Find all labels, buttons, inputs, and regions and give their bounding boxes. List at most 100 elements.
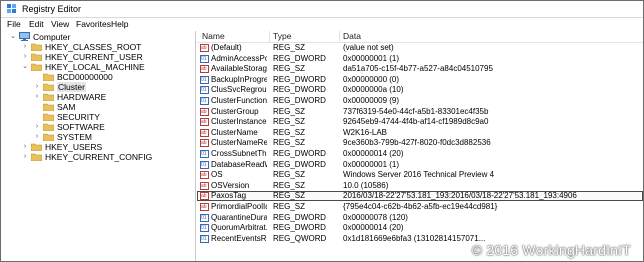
value-type: REG_DWORD xyxy=(273,159,326,169)
menu-favorites[interactable]: Favorites xyxy=(74,19,113,30)
chevron-right-icon[interactable]: › xyxy=(21,42,29,52)
string-value-icon xyxy=(200,171,209,180)
value-row[interactable]: CrossSubnetThr... REG_DWORD 0x00000014 (20… xyxy=(197,149,643,159)
chevron-right-icon[interactable]: › xyxy=(33,132,41,142)
list-header: Name Type Data xyxy=(197,31,643,43)
computer-icon xyxy=(19,32,30,41)
value-data: 0x00000014 (20) xyxy=(343,223,404,233)
column-divider[interactable] xyxy=(269,31,270,42)
chevron-right-icon[interactable]: › xyxy=(33,122,41,132)
value-name: ClusterName xyxy=(211,127,258,137)
column-header-name[interactable]: Name xyxy=(202,31,225,42)
value-data: 0x00000000 (0) xyxy=(343,74,400,84)
folder-icon xyxy=(43,133,54,141)
value-name: BackupInProgress xyxy=(211,74,267,84)
value-row[interactable]: BackupInProgress REG_DWORD 0x00000000 (0) xyxy=(197,75,643,85)
value-type: REG_DWORD xyxy=(273,96,326,105)
binary-value-icon xyxy=(200,54,209,63)
value-type: REG_SZ xyxy=(273,127,306,137)
value-row[interactable]: ClusterNameRe... REG_SZ 9ce360b3-799b-427f… xyxy=(197,138,643,148)
column-header-type[interactable]: Type xyxy=(273,31,291,42)
value-data: Windows Server 2016 Technical Preview 4 xyxy=(343,170,495,180)
value-data: 0x00000001 (1) xyxy=(343,159,400,169)
string-value-icon xyxy=(200,181,209,190)
value-data: {795e4c04-c62b-4b62-a5fb-ec19e44cd981} xyxy=(343,202,498,211)
value-name: CrossSubnetThr... xyxy=(211,149,267,158)
chevron-right-icon[interactable]: › xyxy=(21,52,29,62)
value-type: REG_DWORD xyxy=(273,149,326,158)
value-row[interactable]: OS REG_SZ Windows Server 2016 Technical Pr… xyxy=(197,170,643,180)
value-row[interactable]: QuarantineDura... REG_DWORD 0x00000078 (12… xyxy=(197,213,643,223)
folder-icon xyxy=(43,123,54,131)
chevron-right-icon[interactable]: › xyxy=(33,92,41,102)
string-value-icon xyxy=(200,65,209,74)
tree-node-label: SOFTWARE xyxy=(57,122,105,132)
menu-view[interactable]: View xyxy=(49,19,71,30)
binary-value-icon xyxy=(200,75,209,84)
chevron-right-icon[interactable]: › xyxy=(33,82,41,92)
value-data: 0x00000009 (9) xyxy=(343,96,400,105)
value-name: PaxosTag xyxy=(211,191,247,201)
tree-node-label: BCD00000000 xyxy=(57,72,113,82)
string-value-icon xyxy=(200,44,209,52)
chevron-right-icon[interactable]: › xyxy=(21,142,29,152)
binary-value-icon xyxy=(200,97,209,105)
value-type: REG_SZ xyxy=(273,180,306,190)
string-value-icon xyxy=(200,203,209,211)
folder-icon xyxy=(43,83,54,91)
value-data: (value not set) xyxy=(343,43,394,52)
value-name: AvailableStorage xyxy=(211,64,267,74)
value-row[interactable]: ClusterGroup REG_SZ 737f6319-54e0-44cf-a5b… xyxy=(197,107,643,117)
value-name: ClusterInstanceID xyxy=(211,117,267,127)
value-row[interactable]: ClusterFunction... REG_DWORD 0x00000009 (9… xyxy=(197,96,643,106)
value-row[interactable]: ClusterName REG_SZ W2K16-LAB xyxy=(197,128,643,138)
value-data: 0x00000001 (1) xyxy=(343,53,400,63)
value-type: REG_DWORD xyxy=(273,85,326,95)
value-row[interactable]: ClusSvcRegroup... REG_DWORD 0x0000000a (10… xyxy=(197,85,643,95)
column-header-data[interactable]: Data xyxy=(343,31,361,42)
tree-node-label: Cluster xyxy=(57,82,86,92)
registry-editor-icon xyxy=(7,4,16,13)
value-data: 2016/03/18-22'27'53.181_193:2016/03/18-2… xyxy=(343,191,577,201)
value-row[interactable]: AdminAccessPo... REG_DWORD 0x00000001 (1) xyxy=(197,54,643,64)
value-name: (Default) xyxy=(211,43,242,52)
value-row[interactable]: DatabaseReadW... REG_DWORD 0x00000001 (1) xyxy=(197,160,643,170)
value-row[interactable]: OSVersion REG_SZ 10.0 (10586) xyxy=(197,181,643,191)
value-type: REG_DWORD xyxy=(273,53,326,63)
folder-icon xyxy=(31,43,42,51)
chevron-down-icon[interactable]: ⌄ xyxy=(21,62,29,72)
string-value-icon xyxy=(200,128,209,137)
value-type: REG_SZ xyxy=(273,106,306,116)
value-row[interactable]: AvailableStorage REG_SZ da51a705-c15f-4b77… xyxy=(197,64,643,74)
registry-tree: ⌄ Computer › HKEY_CLASSES_ROOT › HKEY_CURRENT… xyxy=(3,31,196,261)
value-row[interactable]: PrimordialPoolId REG_SZ {795e4c04-c62b-4b6… xyxy=(197,202,643,212)
value-row[interactable]: (Default) REG_SZ (value not set) xyxy=(197,43,643,53)
value-type: REG_SZ xyxy=(273,64,306,74)
value-name: ClusSvcRegroup... xyxy=(211,85,267,95)
value-data: 9ce360b3-799b-427f-8020-f0dc3d882536 xyxy=(343,138,491,148)
binary-value-icon xyxy=(200,213,209,222)
column-divider[interactable] xyxy=(339,31,340,42)
binary-value-icon xyxy=(200,224,209,233)
value-row[interactable]: QuorumArbitrat... REG_DWORD 0x00000014 (20… xyxy=(197,223,643,233)
value-type: REG_QWORD xyxy=(273,233,327,243)
value-name: DatabaseReadW... xyxy=(211,159,267,169)
folder-icon xyxy=(43,113,54,121)
tree-node-label: HKEY_USERS xyxy=(45,142,103,152)
value-name: PrimordialPoolId xyxy=(211,202,267,211)
chevron-down-icon[interactable]: ⌄ xyxy=(9,32,17,42)
tree-node-label: HARDWARE xyxy=(57,92,107,102)
value-name: QuorumArbitrat... xyxy=(211,223,267,233)
value-name: RecentEventsRe... xyxy=(211,233,267,243)
folder-icon xyxy=(31,53,42,61)
chevron-right-icon[interactable]: › xyxy=(21,152,29,162)
menu-help[interactable]: Help xyxy=(109,19,130,30)
value-name: ClusterNameRe... xyxy=(211,138,267,148)
value-data: 0x00000078 (120) xyxy=(343,212,408,222)
value-row[interactable]: ClusterInstanceID REG_SZ 92645eb9-4744-4f4… xyxy=(197,117,643,127)
value-data: da51a705-c15f-4b77-a527-a84c04510795 xyxy=(343,64,493,74)
value-row[interactable]: PaxosTag REG_SZ 2016/03/18-22'27'53.181_19… xyxy=(197,191,643,202)
menu-edit[interactable]: Edit xyxy=(27,19,46,30)
folder-icon xyxy=(31,153,42,161)
menu-file[interactable]: File xyxy=(5,19,23,30)
